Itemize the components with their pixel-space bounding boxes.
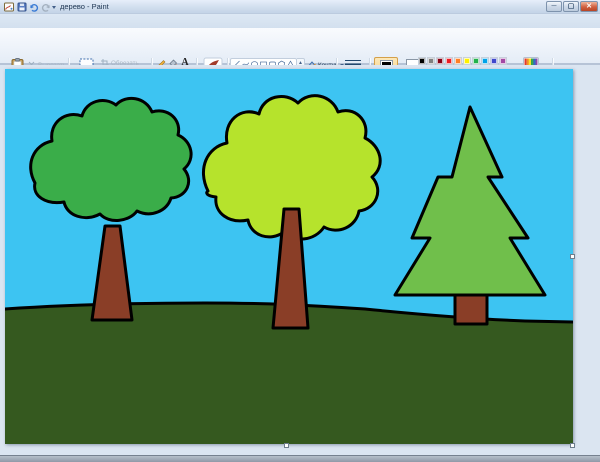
redo-icon[interactable] (41, 2, 51, 12)
palette-swatch[interactable] (490, 57, 498, 65)
minimize-icon: ─ (552, 3, 557, 10)
save-icon[interactable] (17, 2, 27, 12)
app-icon[interactable] (4, 2, 14, 12)
palette-swatch[interactable] (445, 57, 453, 65)
drawing-canvas[interactable] (5, 69, 573, 444)
ribbon: Вставить Вырезать Копировать Буфер обмен… (0, 28, 600, 65)
close-icon: ✕ (586, 3, 592, 10)
close-button[interactable]: ✕ (580, 1, 598, 12)
maximize-icon: ▢ (568, 3, 575, 10)
canvas-resize-handle-right[interactable] (570, 254, 575, 259)
palette-swatch[interactable] (481, 57, 489, 65)
status-bar-edge (0, 455, 600, 462)
palette-swatch[interactable] (463, 57, 471, 65)
title-bar: дерево - Paint ─ ▢ ✕ (0, 0, 600, 14)
paint-window: дерево - Paint ─ ▢ ✕ Главная Вид ? Встав… (0, 0, 600, 462)
work-area (0, 65, 600, 456)
minimize-button[interactable]: ─ (546, 1, 562, 12)
canvas-resize-handle-corner[interactable] (570, 443, 575, 448)
palette-row-1 (418, 57, 507, 65)
palette-swatch[interactable] (436, 57, 444, 65)
fir-trunk (455, 295, 487, 324)
maximize-button[interactable]: ▢ (563, 1, 579, 12)
undo-icon[interactable] (29, 2, 39, 12)
palette-swatch[interactable] (454, 57, 462, 65)
qat-dropdown-icon[interactable] (52, 6, 56, 9)
palette-swatch[interactable] (499, 57, 507, 65)
ribbon-tab-row: Главная Вид ? (0, 14, 600, 28)
palette-swatch[interactable] (427, 57, 435, 65)
palette-swatch[interactable] (472, 57, 480, 65)
canvas-resize-handle-bottom[interactable] (284, 443, 289, 448)
palette-swatch[interactable] (418, 57, 426, 65)
window-title: дерево - Paint (60, 2, 109, 11)
